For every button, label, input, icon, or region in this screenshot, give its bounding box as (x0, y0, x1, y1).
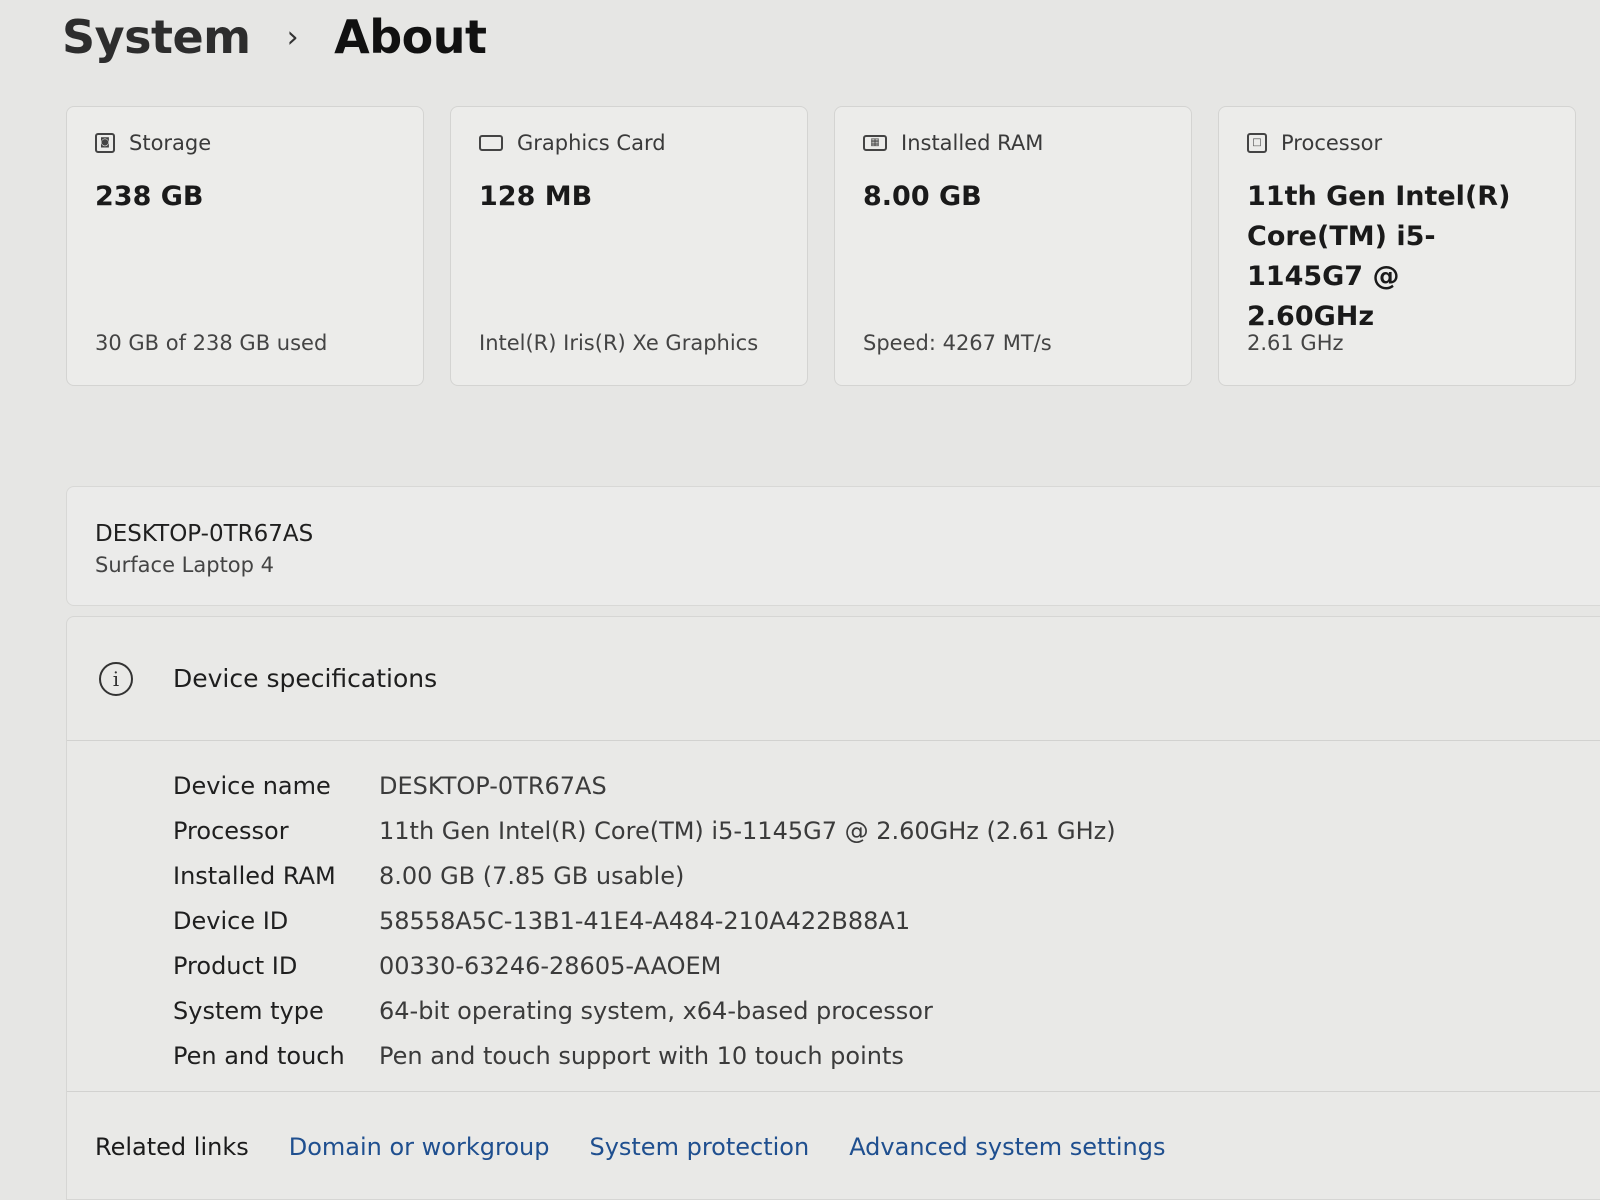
spec-row-device-name: Device name DESKTOP-0TR67AS (173, 763, 1600, 808)
card-value: 238 GB (95, 181, 204, 212)
card-title: Processor (1281, 131, 1383, 155)
related-links: Related links Domain or workgroup System… (67, 1091, 1600, 1200)
spec-row-pen-and-touch: Pen and touch Pen and touch support with… (173, 1033, 1600, 1078)
card-title: Installed RAM (901, 131, 1044, 155)
ram-icon: ▦ (863, 135, 887, 151)
card-subtext: 2.61 GHz (1247, 331, 1344, 355)
related-links-label: Related links (95, 1132, 249, 1161)
graphics-card-card[interactable]: Graphics Card 128 MB Intel(R) Iris(R) Xe… (450, 106, 808, 386)
device-specifications-header[interactable]: i Device specifications (67, 617, 1600, 741)
spec-row-product-id: Product ID 00330-63246-28605-AAOEM (173, 943, 1600, 988)
device-name-panel: DESKTOP-0TR67AS Surface Laptop 4 (66, 486, 1600, 606)
breadcrumb: System › About (62, 10, 487, 64)
spec-label: Device name (173, 771, 331, 800)
storage-icon: ◙ (95, 133, 115, 153)
card-title: Storage (129, 131, 212, 155)
spec-row-system-type: System type 64-bit operating system, x64… (173, 988, 1600, 1033)
card-value-line: 11th Gen Intel(R) (1247, 181, 1511, 212)
graphics-card-icon (479, 135, 503, 151)
spec-row-installed-ram: Installed RAM 8.00 GB (7.85 GB usable) (173, 853, 1600, 898)
breadcrumb-system[interactable]: System (62, 10, 251, 64)
spec-cards: ◙ Storage 238 GB 30 GB of 238 GB used Gr… (66, 106, 1576, 386)
info-icon: i (99, 661, 133, 696)
card-value: 128 MB (479, 181, 593, 212)
card-subtext: Intel(R) Iris(R) Xe Graphics (479, 331, 759, 355)
device-specifications-section: i Device specifications Device name DESK… (66, 616, 1600, 1200)
advanced-system-settings-link[interactable]: Advanced system settings (849, 1133, 1165, 1161)
device-model: Surface Laptop 4 (95, 553, 275, 577)
card-subtext: 30 GB of 238 GB used (95, 331, 328, 355)
spec-label: Processor (173, 816, 289, 845)
spec-row-processor: Processor 11th Gen Intel(R) Core(TM) i5-… (173, 808, 1600, 853)
spec-label: Pen and touch (173, 1041, 345, 1070)
card-title: Graphics Card (517, 131, 666, 155)
section-title: Device specifications (173, 664, 438, 693)
system-protection-link[interactable]: System protection (589, 1133, 809, 1161)
card-subtext: Speed: 4267 MT/s (863, 331, 1052, 355)
domain-or-workgroup-link[interactable]: Domain or workgroup (289, 1133, 550, 1161)
card-value: 8.00 GB (863, 181, 982, 212)
chevron-right-icon: › (286, 19, 299, 55)
card-value: 11th Gen Intel(R) Core(TM) i5-1145G7 @ 2… (1247, 177, 1547, 337)
page-title: About (334, 10, 487, 64)
device-name: DESKTOP-0TR67AS (95, 521, 314, 547)
spec-value: 00330-63246-28605-AAOEM (379, 951, 722, 980)
settings-about-page: System › About ◙ Storage 238 GB 30 GB of… (0, 0, 1600, 1200)
spec-table: Device name DESKTOP-0TR67AS Processor 11… (67, 741, 1600, 1078)
spec-value: 11th Gen Intel(R) Core(TM) i5-1145G7 @ 2… (379, 816, 1116, 845)
spec-value: 64-bit operating system, x64-based proce… (379, 996, 933, 1025)
spec-value: DESKTOP-0TR67AS (379, 771, 607, 800)
spec-label: Product ID (173, 951, 298, 980)
spec-label: System type (173, 996, 324, 1025)
spec-row-device-id: Device ID 58558A5C-13B1-41E4-A484-210A42… (173, 898, 1600, 943)
spec-label: Device ID (173, 906, 289, 935)
processor-icon: □ (1247, 133, 1267, 153)
spec-value: 58558A5C-13B1-41E4-A484-210A422B88A1 (379, 906, 911, 935)
storage-card[interactable]: ◙ Storage 238 GB 30 GB of 238 GB used (66, 106, 424, 386)
spec-value: Pen and touch support with 10 touch poin… (379, 1041, 904, 1070)
processor-card[interactable]: □ Processor 11th Gen Intel(R) Core(TM) i… (1218, 106, 1576, 386)
spec-value: 8.00 GB (7.85 GB usable) (379, 861, 685, 890)
card-value-line: Core(TM) i5-1145G7 @ (1247, 221, 1436, 292)
spec-label: Installed RAM (173, 861, 336, 890)
ram-card[interactable]: ▦ Installed RAM 8.00 GB Speed: 4267 MT/s (834, 106, 1192, 386)
